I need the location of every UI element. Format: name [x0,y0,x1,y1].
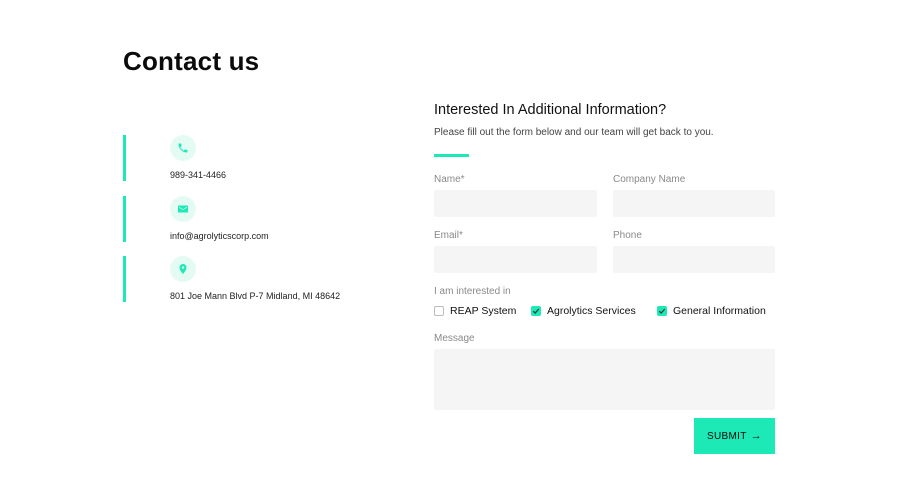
message-label: Message [434,333,475,344]
company-field[interactable] [613,190,775,217]
checkbox-general-information[interactable] [657,306,667,316]
phone-number[interactable]: 989-341-4466 [170,170,226,180]
option-label: General Information [673,305,766,317]
submit-label: SUBMIT [707,430,747,442]
option-agrolytics-services[interactable]: Agrolytics Services [531,305,636,317]
option-label: REAP System [450,305,517,317]
name-field[interactable] [434,190,597,217]
phone-field[interactable] [613,246,775,273]
postal-address: 801 Joe Mann Blvd P-7 Midland, MI 48642 [170,291,341,301]
phone-label: Phone [613,230,642,241]
option-label: Agrolytics Services [547,305,636,317]
location-pin-icon [170,256,196,282]
accent-bar [123,256,126,302]
submit-button[interactable]: SUBMIT → [694,418,775,454]
accent-divider [434,154,469,157]
accent-bar [123,135,126,181]
form-subtitle: Please fill out the form below and our t… [434,127,714,138]
contact-address: 801 Joe Mann Blvd P-7 Midland, MI 48642 [123,256,383,302]
check-icon [658,308,666,314]
name-label: Name* [434,174,465,185]
contact-phone: 989-341-4466 [123,135,383,181]
mail-icon [170,196,196,222]
option-reap-system[interactable]: REAP System [434,305,516,317]
page-title: Contact us [123,46,260,76]
message-field[interactable] [434,349,775,410]
interest-label: I am interested in [434,286,511,297]
phone-icon [170,135,196,161]
form-heading: Interested In Additional Information? [434,102,667,118]
checkbox-agrolytics-services[interactable] [531,306,541,316]
check-icon [532,308,540,314]
arrow-right-icon: → [750,430,762,442]
option-general-information[interactable]: General Information [657,305,766,317]
email-field[interactable] [434,246,597,273]
accent-bar [123,196,126,242]
contact-email: info@agrolyticscorp.com [123,196,383,242]
company-label: Company Name [613,174,686,185]
email-address[interactable]: info@agrolyticscorp.com [170,231,269,241]
checkbox-reap-system[interactable] [434,306,444,316]
email-label: Email* [434,230,463,241]
